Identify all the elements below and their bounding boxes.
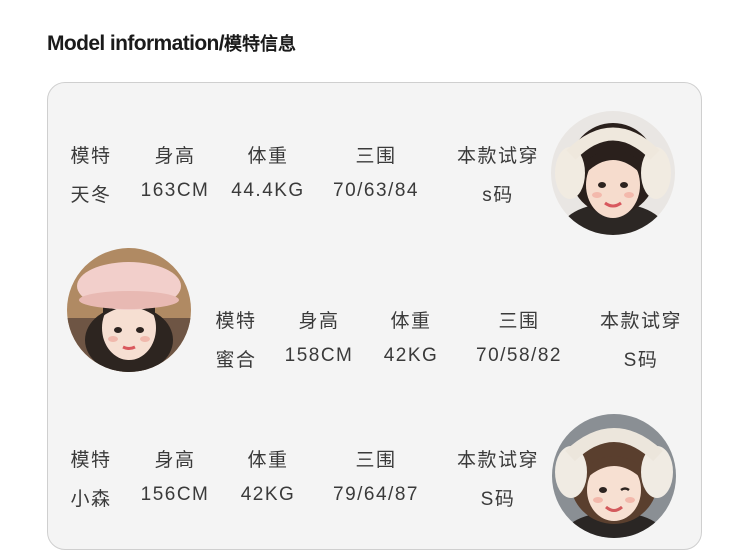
model-info-card: 模特 身高 体重 三围 本款试穿 天冬 163CM 44.4KG 70/63/8… <box>47 82 702 550</box>
header-model: 模特 <box>70 146 112 167</box>
header-weight: 体重 <box>247 450 289 471</box>
header-height: 身高 <box>154 450 196 471</box>
header-size: 本款试穿 <box>456 146 540 167</box>
model-photo-1 <box>551 111 675 235</box>
model-height: 158CM <box>284 345 354 366</box>
model-measurements: 70/58/82 <box>476 345 562 366</box>
header-model: 模特 <box>70 450 112 471</box>
model-weight: 42KG <box>240 484 296 505</box>
model-size: S码 <box>623 350 659 371</box>
page-title: Model information/模特信息 <box>47 30 296 56</box>
header-size: 本款试穿 <box>456 450 540 471</box>
title-chinese: 模特信息 <box>224 34 297 54</box>
model-measurements: 70/63/84 <box>333 180 419 201</box>
header-model: 模特 <box>215 311 257 332</box>
model-weight: 44.4KG <box>231 180 305 201</box>
model-height: 163CM <box>140 180 210 201</box>
header-weight: 体重 <box>390 311 432 332</box>
header-measurements: 三围 <box>355 146 397 167</box>
header-height: 身高 <box>298 311 340 332</box>
model-name: 小森 <box>70 489 112 510</box>
model-photo-3 <box>552 414 676 538</box>
header-measurements: 三围 <box>355 450 397 471</box>
model-measurements: 79/64/87 <box>333 484 419 505</box>
model-weight: 42KG <box>383 345 439 366</box>
model-photo-2 <box>67 248 191 372</box>
model-name: 天冬 <box>70 185 112 206</box>
model-name: 蜜合 <box>215 350 257 371</box>
header-size: 本款试穿 <box>599 311 683 332</box>
model-height: 156CM <box>140 484 210 505</box>
model-size: s码 <box>482 185 514 206</box>
header-measurements: 三围 <box>498 311 540 332</box>
header-weight: 体重 <box>247 146 289 167</box>
title-english: Model information/ <box>47 32 225 55</box>
model-size: S码 <box>480 489 516 510</box>
header-height: 身高 <box>154 146 196 167</box>
